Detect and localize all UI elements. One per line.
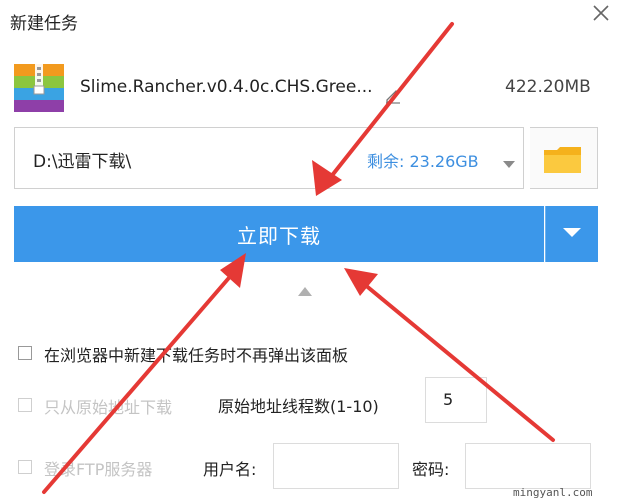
no-popup-checkbox[interactable] bbox=[18, 346, 32, 360]
download-options-button[interactable] bbox=[545, 206, 598, 262]
username-label: 用户名: bbox=[203, 460, 257, 479]
close-button[interactable] bbox=[590, 2, 612, 24]
password-input[interactable] bbox=[465, 443, 591, 489]
username-input[interactable] bbox=[273, 443, 399, 489]
file-size: 422.20MB bbox=[505, 77, 591, 97]
thread-count-label: 原始地址线程数(1-10) bbox=[218, 397, 379, 416]
edit-icon[interactable] bbox=[384, 86, 402, 104]
watermark: mingyanl.com bbox=[513, 486, 593, 499]
free-space-label: 剩余: 23.26GB bbox=[367, 152, 479, 171]
caret-up-icon bbox=[298, 287, 312, 296]
collapse-options-button[interactable] bbox=[298, 281, 312, 296]
save-path-value[interactable]: D:\迅雷下载\ bbox=[33, 147, 131, 172]
ftp-login-checkbox[interactable] bbox=[18, 460, 32, 474]
chevron-down-icon bbox=[503, 161, 515, 168]
origin-only-label: 只从原始地址下载 bbox=[44, 398, 173, 417]
ftp-login-label: 登录FTP服务器 bbox=[44, 460, 153, 479]
password-label: 密码: bbox=[412, 460, 450, 479]
download-now-button[interactable]: 立即下载 bbox=[14, 206, 544, 262]
caret-down-icon bbox=[563, 228, 581, 237]
no-popup-label: 在浏览器中新建下载任务时不再弹出该面板 bbox=[44, 346, 349, 365]
dialog-title: 新建任务 bbox=[10, 14, 78, 34]
close-icon bbox=[593, 5, 609, 21]
origin-only-checkbox[interactable] bbox=[18, 398, 32, 412]
folder-icon bbox=[543, 146, 583, 174]
path-dropdown-button[interactable] bbox=[503, 154, 515, 168]
file-name[interactable]: Slime.Rancher.v0.4.0c.CHS.Gree... bbox=[80, 77, 373, 97]
zip-archive-icon bbox=[14, 64, 64, 112]
thread-count-input[interactable]: 5 bbox=[425, 377, 487, 423]
